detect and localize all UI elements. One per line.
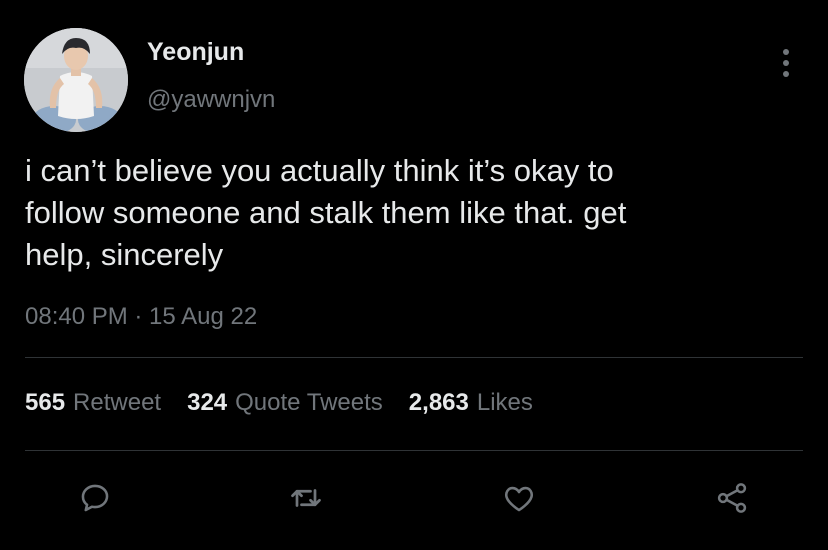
tweet-stats: 565 Retweet 324 Quote Tweets 2,863 Likes [25,389,533,417]
share-button[interactable] [710,476,754,520]
tweet-text-line: i can’t believe you actually think it’s … [25,153,614,188]
quote-tweets-stat[interactable]: 324 Quote Tweets [187,389,383,417]
reply-icon [81,484,109,512]
more-dot-icon [783,49,789,55]
retweet-icon [291,489,321,507]
retweets-stat[interactable]: 565 Retweet [25,389,161,417]
quote-tweets-count: 324 [187,389,228,416]
divider [25,450,803,451]
likes-stat[interactable]: 2,863 Likes [409,389,533,417]
like-button[interactable] [497,476,541,520]
like-icon [505,486,533,512]
likes-label: Likes [476,389,533,416]
tweet-text-line: help, sincerely [25,237,224,272]
user-handle[interactable]: @yawwnjvn [147,86,275,114]
divider [25,357,803,358]
quote-tweets-label: Quote Tweets [235,389,383,416]
retweet-button[interactable] [284,476,328,520]
likes-count: 2,863 [408,389,469,416]
more-options-button[interactable] [772,46,800,80]
display-name[interactable]: Yeonjun [147,38,244,67]
avatar-photo [24,28,128,132]
retweets-count: 565 [25,389,66,416]
retweets-label: Retweet [73,389,162,416]
tweet-text: i can’t believe you actually think it’s … [25,150,795,276]
share-icon [717,483,747,513]
tweet-card: Yeonjun @yawwnjvn i can’t believe you ac… [0,0,828,550]
tweet-text-line: follow someone and stalk them like that.… [25,195,627,230]
reply-button[interactable] [73,476,117,520]
more-dot-icon [783,60,789,66]
tweet-timestamp[interactable]: 08:40 PM · 15 Aug 22 [25,303,257,331]
avatar[interactable] [24,28,128,132]
more-dot-icon [783,71,789,77]
